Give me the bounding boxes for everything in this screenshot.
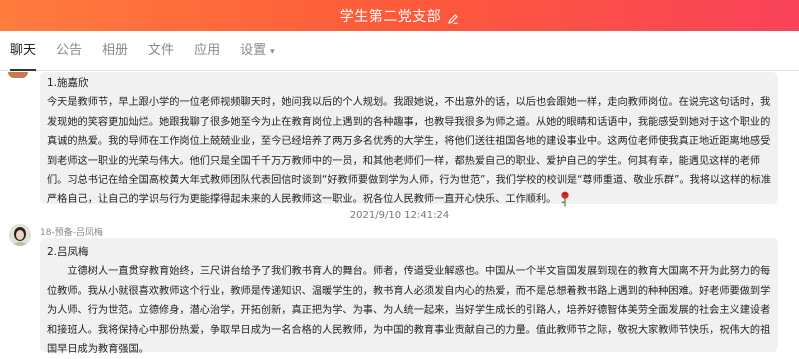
timestamp: 2021/9/10 12:41:24 bbox=[349, 210, 450, 221]
avatar[interactable] bbox=[8, 72, 28, 78]
tab-bar: 聊天 公告 相册 文件 应用 设置 ▾ bbox=[0, 31, 799, 71]
message-title: 1.施嘉欣 bbox=[47, 77, 89, 89]
message-title: 2.吕凤梅 bbox=[47, 246, 89, 258]
tab-announcements[interactable]: 公告 bbox=[46, 31, 92, 71]
tab-album[interactable]: 相册 bbox=[92, 31, 138, 71]
chat-feed[interactable]: 1.施嘉欣 今天是教师节，早上跟小学的一位老师视频聊天时，她问我以后的个人规划。… bbox=[0, 72, 799, 357]
tab-files[interactable]: 文件 bbox=[138, 31, 184, 71]
title-bar: 学生第二党支部 bbox=[0, 0, 799, 31]
message-body: 今天是教师节，早上跟小学的一位老师视频聊天时，她问我以后的个人规划。我跟她说，不… bbox=[47, 93, 772, 209]
rose-icon bbox=[560, 191, 570, 207]
tab-chat[interactable]: 聊天 bbox=[0, 31, 46, 71]
chevron-down-icon: ▾ bbox=[270, 46, 275, 57]
message-body-text: 今天是教师节，早上跟小学的一位老师视频聊天时，她问我以后的个人规划。我跟她说，不… bbox=[47, 97, 772, 206]
group-title: 学生第二党支部 bbox=[339, 8, 442, 25]
tab-settings-label: 设置 bbox=[240, 42, 267, 58]
message-bubble: 1.施嘉欣 今天是教师节，早上跟小学的一位老师视频聊天时，她问我以后的个人规划。… bbox=[40, 72, 778, 207]
tab-settings[interactable]: 设置 ▾ bbox=[230, 31, 285, 71]
message-body: 立德树人一直贯穿教育始终，三尺讲台给予了我们教书育人的舞台。师者，传道受业解惑也… bbox=[47, 266, 771, 356]
message-bubble: 2.吕凤梅 立德树人一直贯穿教育始终，三尺讲台给予了我们教书育人的舞台。师者，传… bbox=[40, 238, 778, 355]
tab-apps[interactable]: 应用 bbox=[184, 31, 230, 71]
pencil-icon[interactable] bbox=[447, 10, 459, 24]
sender-name: 18-预备-吕凤梅 bbox=[40, 228, 103, 238]
avatar[interactable] bbox=[9, 224, 31, 246]
